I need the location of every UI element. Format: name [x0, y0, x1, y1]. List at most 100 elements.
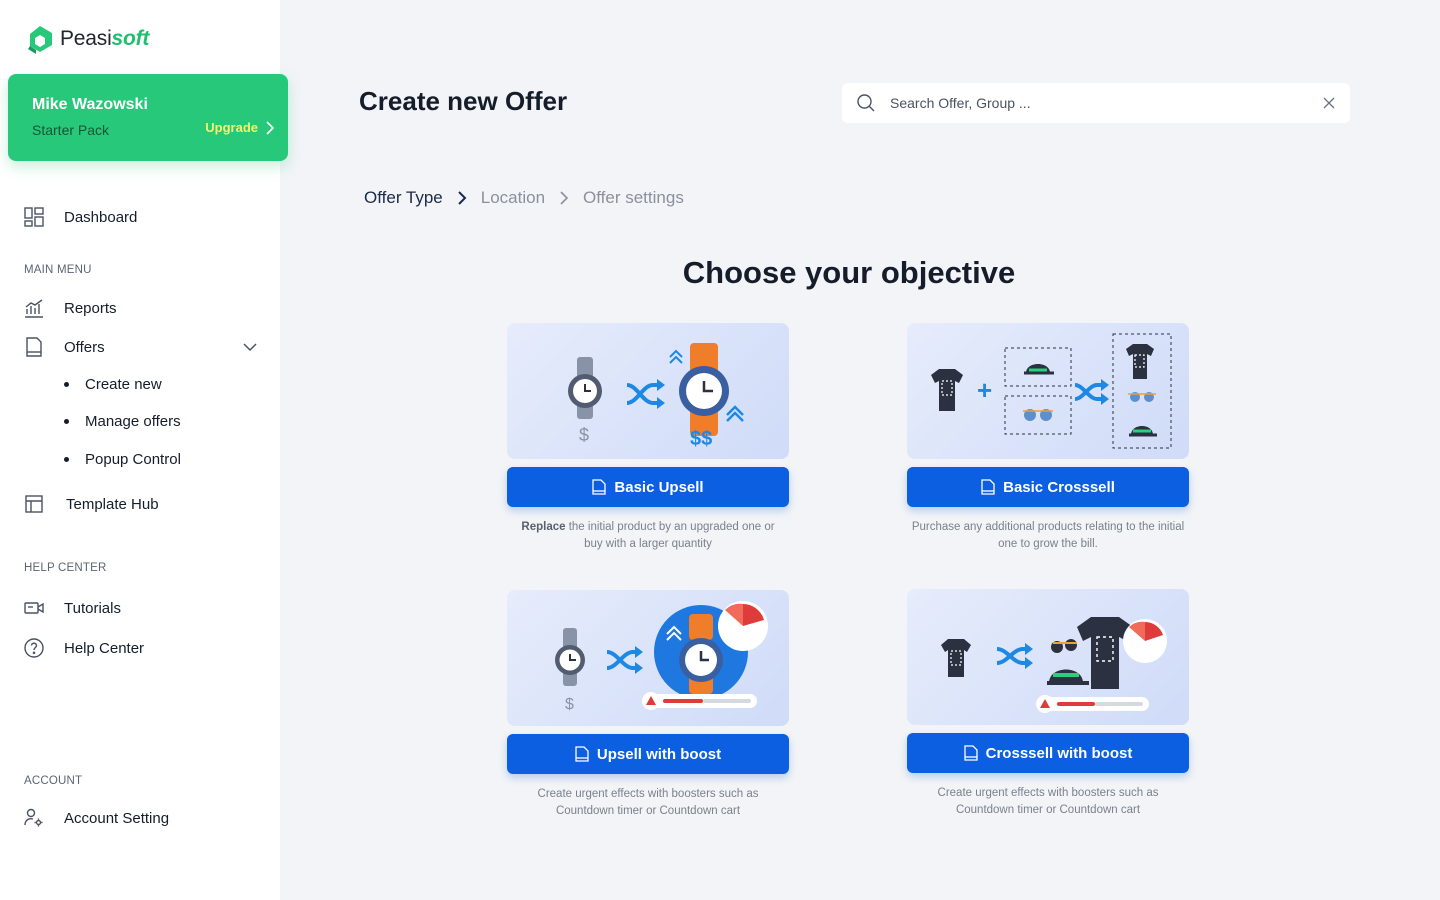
- logo[interactable]: Peasisoft: [26, 24, 149, 54]
- nav-account-setting[interactable]: Account Setting: [24, 808, 169, 828]
- bullet: [64, 419, 69, 424]
- basic-upsell-button-label: Basic Upsell: [614, 478, 704, 496]
- objective-heading: Choose your objective: [682, 255, 1016, 290]
- countdown-timer-icon: [718, 601, 768, 651]
- upsell-with-boost-button[interactable]: Upsell with boost: [507, 734, 789, 774]
- description-text: the initial product by an upgraded one o…: [565, 521, 775, 550]
- description-text: Purchase any additional products relatin…: [911, 521, 1185, 550]
- chevron-right-icon: [560, 191, 569, 205]
- nav-tutorials[interactable]: Tutorials: [24, 598, 121, 618]
- sub-item-create-new[interactable]: Create new: [64, 376, 162, 393]
- sub-item-label: Create new: [85, 376, 162, 393]
- basic-crosssell-description: Purchase any additional products relatin…: [907, 519, 1189, 553]
- account-section-label: ACCOUNT: [24, 775, 83, 787]
- nav-offers[interactable]: Offers: [24, 337, 105, 357]
- bullet: [64, 382, 69, 387]
- nav-reports[interactable]: Reports: [24, 298, 117, 318]
- card-basic-crosssell: + Basic Crosssell Purchase any additiona…: [907, 323, 1189, 553]
- card-basic-upsell: $ $$ Basic Upsell Replace the initial pr…: [507, 323, 789, 553]
- nav-account-setting-label: Account Setting: [64, 809, 170, 827]
- nav-offers-label: Offers: [64, 338, 105, 356]
- svg-text:+: +: [977, 375, 992, 405]
- svg-text:$$: $$: [690, 428, 712, 450]
- upsell-with-boost-illustration: $: [507, 590, 789, 726]
- breadcrumb: Offer Type Location Offer settings: [364, 188, 684, 208]
- crosssell-with-boost-description: Create urgent effects with boosters such…: [907, 785, 1189, 819]
- description-text: Create urgent effects with boosters such…: [537, 788, 759, 817]
- nav-help-center[interactable]: Help Center: [24, 638, 144, 658]
- description-emphasis: Replace: [521, 521, 566, 533]
- breadcrumb-step-offer-type[interactable]: Offer Type: [364, 188, 443, 208]
- help-icon: [24, 638, 44, 658]
- products-bundle-icon: [1047, 617, 1133, 689]
- basic-crosssell-illustration: +: [907, 323, 1189, 459]
- countdown-cart-bar: [1036, 695, 1149, 713]
- shuffle-icon: [606, 646, 643, 674]
- sub-item-label: Popup Control: [85, 451, 181, 468]
- sub-item-popup-control[interactable]: Popup Control: [64, 451, 181, 468]
- page-title: Create new Offer: [359, 86, 568, 116]
- user-plan: Starter Pack: [32, 122, 110, 138]
- basic-crosssell-button[interactable]: Basic Crosssell: [907, 467, 1189, 507]
- close-icon[interactable]: [1322, 96, 1336, 110]
- breadcrumb-step-location[interactable]: Location: [481, 188, 545, 208]
- sunglasses-icon: [1023, 409, 1053, 421]
- svg-text:$: $: [579, 425, 589, 445]
- nav-template-hub[interactable]: Template Hub: [24, 494, 159, 514]
- upsell-with-boost-button-label: Upsell with boost: [596, 745, 722, 763]
- chevron-right-icon: [458, 191, 467, 205]
- tshirt-icon: [941, 639, 971, 677]
- watch-small-icon: $: [568, 357, 602, 445]
- user-settings-icon: [24, 808, 44, 828]
- cap-icon: [1024, 364, 1054, 375]
- svg-text:$: $: [565, 696, 574, 713]
- basic-upsell-button[interactable]: Basic Upsell: [507, 467, 789, 507]
- nav-tutorials-label: Tutorials: [64, 599, 121, 617]
- user-card[interactable]: Mike Wazowski Starter Pack Upgrade: [8, 74, 288, 161]
- sub-item-label: Manage offers: [85, 413, 181, 430]
- document-icon: [981, 479, 995, 495]
- nav-help-center-label: Help Center: [64, 639, 145, 657]
- nav-dashboard[interactable]: Dashboard: [24, 207, 137, 227]
- basic-crosssell-button-label: Basic Crosssell: [1003, 478, 1115, 496]
- upsell-with-boost-description: Create urgent effects with boosters such…: [507, 786, 789, 820]
- description-text: Create urgent effects with boosters such…: [937, 787, 1159, 816]
- crosssell-with-boost-illustration: [907, 589, 1189, 725]
- breadcrumb-step-offer-settings[interactable]: Offer settings: [583, 188, 684, 208]
- crosssell-with-boost-button[interactable]: Crosssell with boost: [907, 733, 1189, 773]
- bullet: [64, 457, 69, 462]
- countdown-cart-bar: [642, 692, 757, 710]
- dashboard-icon: [24, 207, 44, 227]
- document-icon: [575, 746, 589, 762]
- logo-icon: [28, 26, 52, 54]
- card-crosssell-with-boost: Crosssell with boost Create urgent effec…: [907, 589, 1189, 819]
- search-box[interactable]: [842, 83, 1350, 123]
- brand-name-plain: Peasi: [60, 27, 112, 50]
- document-icon: [24, 337, 44, 357]
- shuffle-icon: [996, 643, 1033, 669]
- document-icon: [963, 745, 978, 761]
- logo-text: Peasisoft: [60, 27, 149, 51]
- user-name: Mike Wazowski: [32, 96, 148, 113]
- search-input[interactable]: [890, 95, 1322, 111]
- document-icon: [592, 479, 607, 495]
- template-icon: [24, 494, 44, 514]
- watch-large-icon: $$: [669, 343, 744, 450]
- shuffle-icon: [1074, 379, 1109, 405]
- upgrade-link[interactable]: Upgrade: [205, 120, 276, 135]
- shuffle-icon: [626, 379, 665, 409]
- sub-item-manage-offers[interactable]: Manage offers: [64, 413, 181, 430]
- objective-heading-wrap: Choose your objective: [0, 255, 1440, 291]
- chevron-down-icon[interactable]: [242, 341, 258, 353]
- basic-upsell-illustration: $ $$: [507, 323, 789, 459]
- search-icon: [857, 94, 875, 112]
- help-center-section-label: HELP CENTER: [24, 562, 107, 574]
- countdown-timer-icon: [1123, 619, 1167, 663]
- chart-icon: [24, 298, 44, 318]
- watch-small-icon: $: [555, 628, 585, 713]
- video-icon: [24, 598, 44, 618]
- tshirt-icon: [931, 369, 963, 411]
- card-upsell-with-boost: $ Upsell with boost Create urgent effect…: [507, 590, 789, 820]
- nav-reports-label: Reports: [64, 299, 117, 317]
- brand-name-accent: soft: [111, 27, 150, 50]
